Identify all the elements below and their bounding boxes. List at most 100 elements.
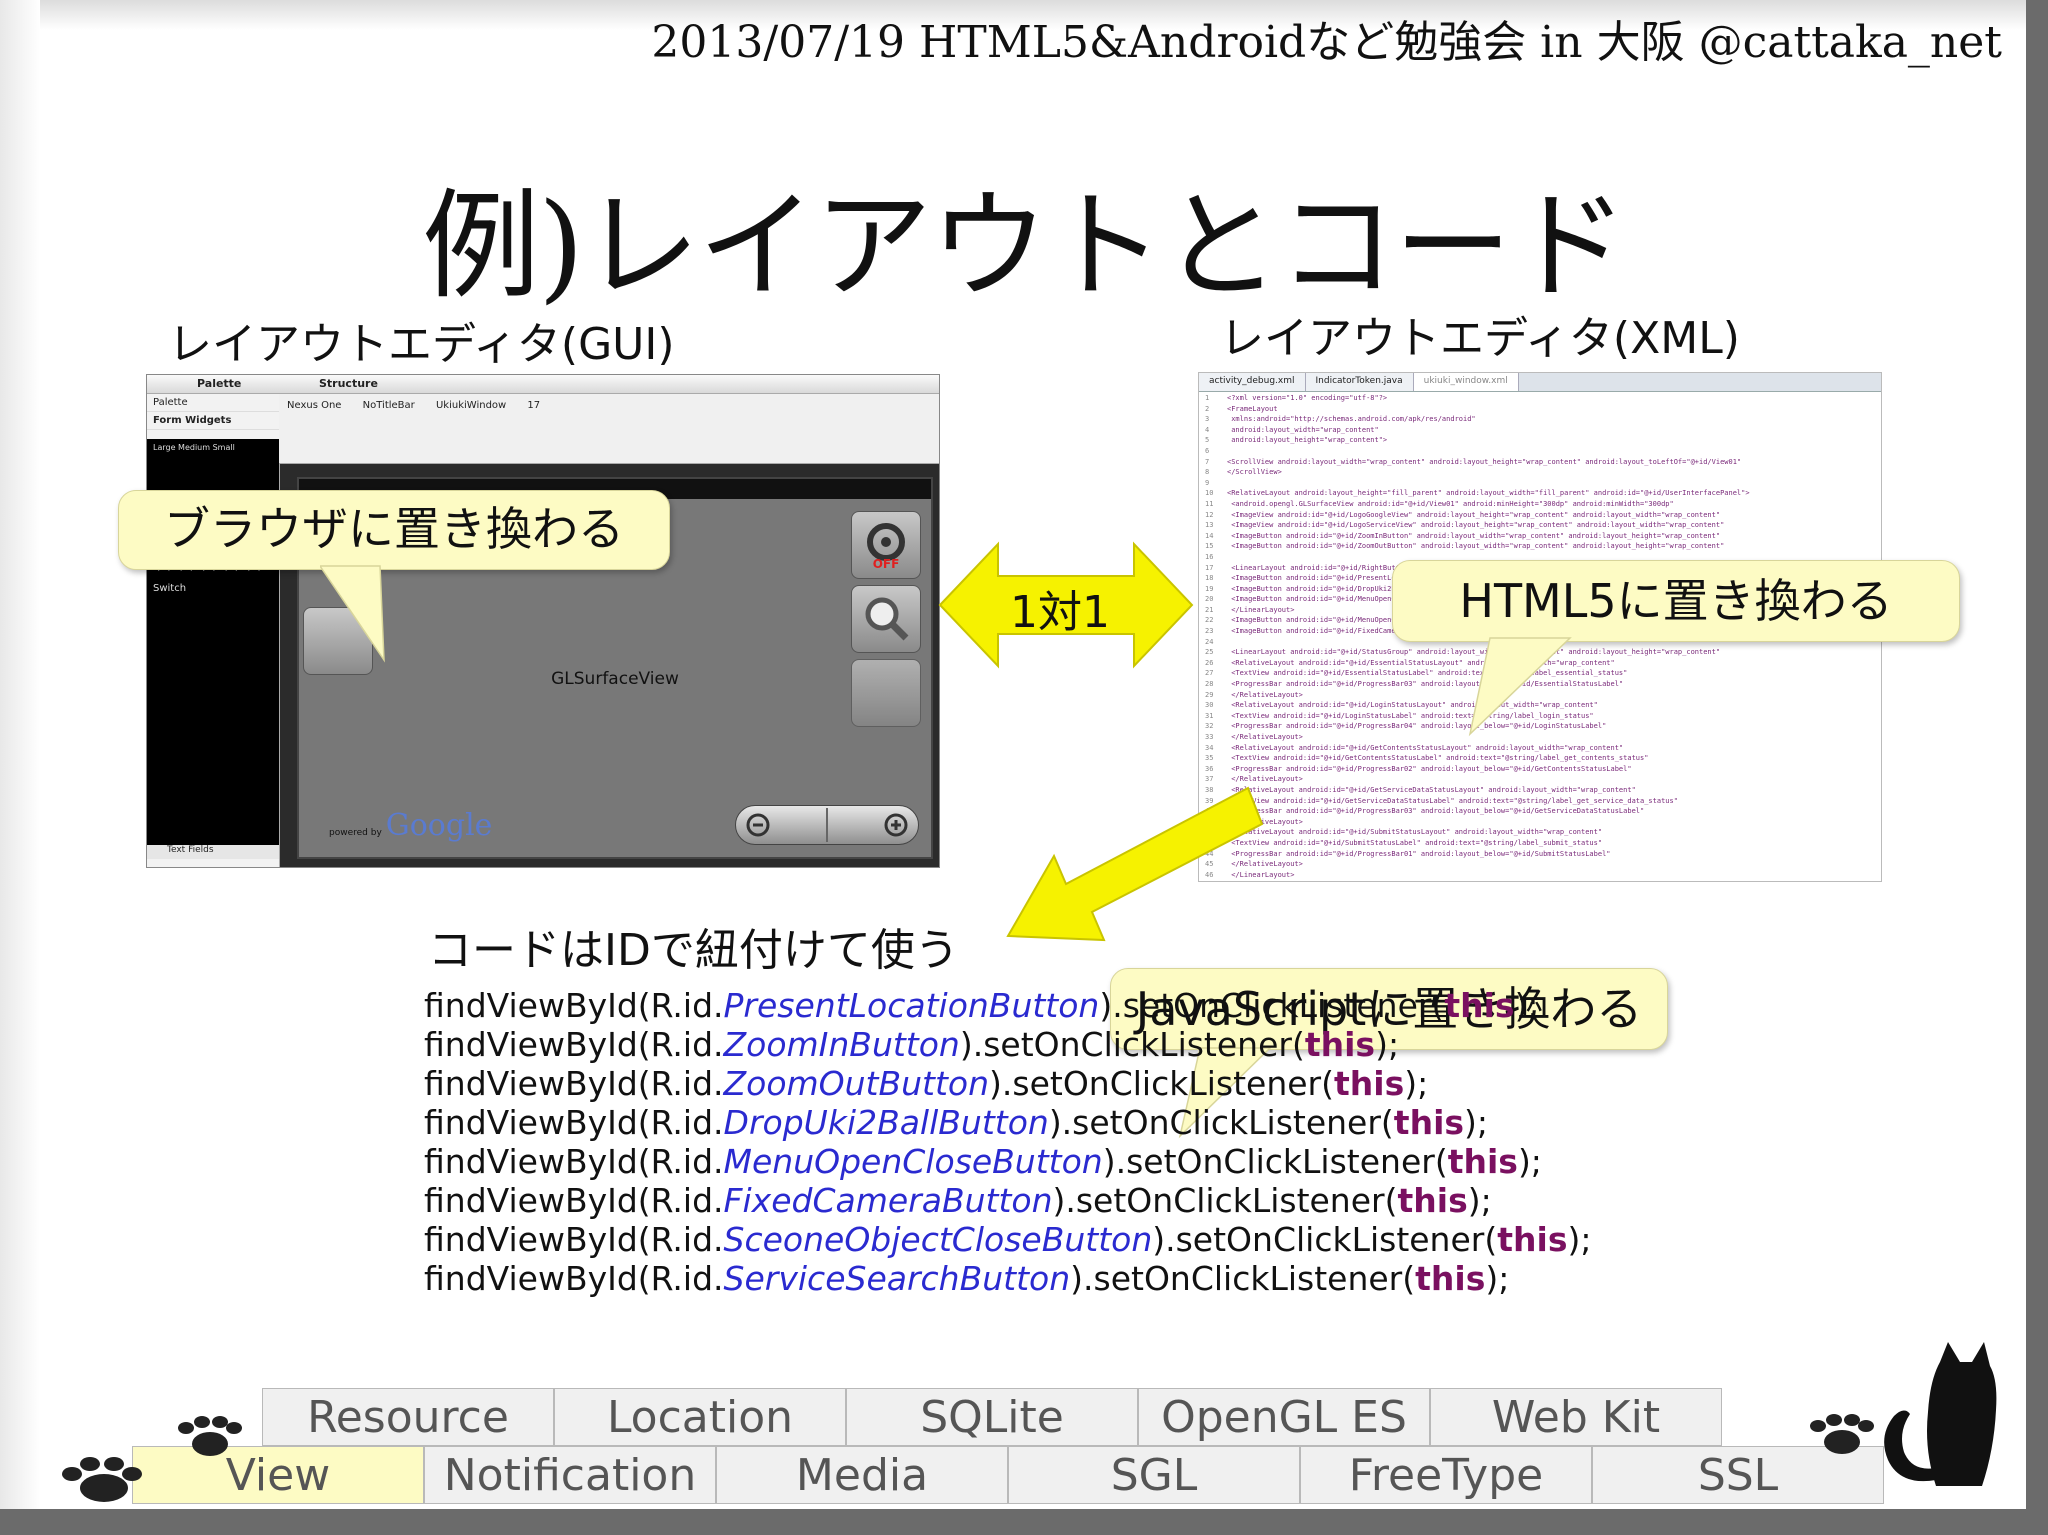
line-number: 33 xyxy=(1205,733,1214,741)
line-number: 30 xyxy=(1205,701,1214,710)
line-text: <RelativeLayout android:id="@+id/GetCont… xyxy=(1227,743,1624,752)
line-text: </ScrollView> xyxy=(1227,468,1282,477)
view-id: DropUki2BallButton xyxy=(723,1103,1049,1142)
line-number: 20 xyxy=(1205,595,1214,604)
code-end: ); xyxy=(1375,1025,1400,1064)
code-end: ); xyxy=(1514,986,1539,1025)
line-number: 17 xyxy=(1205,563,1214,572)
zoom-control xyxy=(735,805,919,845)
search-button-preview xyxy=(851,585,921,653)
xml-code-line: 14 <ImageButton android:id="@+id/ZoomInB… xyxy=(1199,531,1881,542)
code-call: ).setOnClickListener( xyxy=(1052,1181,1398,1220)
keyword-this: this xyxy=(1334,1064,1405,1103)
gui-editor-label: レイアウトエディタ(GUI) xyxy=(168,319,675,370)
one-to-one-label: 1対1 xyxy=(1010,587,1110,638)
line-number: 9 xyxy=(1205,478,1210,487)
line-text: <ProgressBar android:id="@+id/ProgressBa… xyxy=(1227,849,1611,858)
xml-code-line: 8 </ScrollView> xyxy=(1199,467,1881,478)
code-prefix: findViewById(R.id. xyxy=(424,1259,724,1298)
line-number: 36 xyxy=(1205,764,1214,773)
line-text: <RelativeLayout android:id="@+id/GetServ… xyxy=(1227,785,1636,794)
line-number: 23 xyxy=(1205,627,1214,636)
editor-tabs: activity_debug.xml IndicatorToken.java u… xyxy=(1199,373,1881,392)
line-number: 19 xyxy=(1205,584,1214,593)
code-block: findViewById(R.id. PresentLocationButton)… xyxy=(424,986,1591,1298)
code-end: ); xyxy=(1464,1103,1489,1142)
xml-code-line: 13 <ImageView android:id="@+id/LogoServi… xyxy=(1199,520,1881,531)
xml-code-line: 4 android:layout_width="wrap_content" xyxy=(1199,425,1881,436)
line-text: <ImageButton android:id="@+id/ZoomInButt… xyxy=(1227,531,1721,540)
xml-code-line: 34 <RelativeLayout android:id="@+id/GetC… xyxy=(1199,743,1881,754)
tab-web-kit[interactable]: Web Kit xyxy=(1430,1388,1722,1446)
toolbar-device: Nexus One xyxy=(287,400,342,411)
line-text: android:layout_height="wrap_content"> xyxy=(1227,436,1388,445)
toolbar-api-level: 17 xyxy=(527,400,541,411)
glsurfaceview-label: GLSurfaceView xyxy=(551,669,679,689)
code-line: findViewById(R.id.FixedCameraButton).set… xyxy=(424,1181,1591,1220)
code-call: ).setOnClickListener( xyxy=(1102,1142,1448,1181)
zoom-icons xyxy=(746,808,908,842)
device-toolbar: Nexus One NoTitleBar UkiukiWindow 17 xyxy=(279,394,939,417)
line-text: <ImageView android:id="@+id/LogoGoogleVi… xyxy=(1227,510,1721,519)
line-text: android:layout_width="wrap_content" xyxy=(1227,425,1379,434)
xml-code-line: 3 xmlns:android="http://schemas.android.… xyxy=(1199,414,1881,425)
tab-location[interactable]: Location xyxy=(554,1388,846,1446)
line-text: <TextView android:id="@+id/GetContentsSt… xyxy=(1227,754,1649,763)
line-text: <LinearLayout android:id="@+id/RightButt… xyxy=(1227,563,1417,572)
svg-text:OFF: OFF xyxy=(873,557,900,571)
line-number: 15 xyxy=(1205,542,1214,551)
code-line: findViewById(R.id.SceoneObjectCloseButto… xyxy=(424,1220,1591,1259)
line-number: 34 xyxy=(1205,743,1214,752)
tab-sgl[interactable]: SGL xyxy=(1008,1446,1300,1504)
tab-notification[interactable]: Notification xyxy=(424,1446,716,1504)
tab-opengl-es[interactable]: OpenGL ES xyxy=(1138,1388,1430,1446)
code-prefix: findViewById(R.id. xyxy=(424,1220,724,1259)
xml-code-line: 11 <android.opengl.GLSurfaceView android… xyxy=(1199,499,1881,510)
line-number: 13 xyxy=(1205,521,1214,530)
editor-tab: activity_debug.xml xyxy=(1199,373,1306,391)
xml-code-line: 35 <TextView android:id="@+id/GetContent… xyxy=(1199,753,1881,764)
tab-media[interactable]: Media xyxy=(716,1446,1008,1504)
code-end: ); xyxy=(1517,1142,1542,1181)
tab-freetype[interactable]: FreeType xyxy=(1300,1446,1592,1504)
page-title: 例)レイアウトとコード xyxy=(421,177,1628,315)
google-logo: powered by Google xyxy=(329,808,493,843)
code-call: ).setOnClickListener( xyxy=(1099,986,1445,1025)
keyword-this: this xyxy=(1497,1220,1568,1259)
editor-tab-active: ukiuki_window.xml xyxy=(1413,373,1519,391)
code-call: ).setOnClickListener( xyxy=(1070,1259,1416,1298)
line-number: 1 xyxy=(1205,394,1210,402)
palette-textfields: Text Fields xyxy=(147,845,279,859)
xml-code-line: 7 <ScrollView android:layout_width="wrap_… xyxy=(1199,457,1881,468)
xml-code-line: 45 </RelativeLayout> xyxy=(1199,859,1881,870)
code-end: ); xyxy=(1485,1259,1510,1298)
line-text: </RelativeLayout> xyxy=(1227,733,1303,741)
keyword-this: this xyxy=(1444,986,1515,1025)
xml-code-line: 9 xyxy=(1199,478,1881,489)
browser-callout: ブラウザに置き換わる xyxy=(118,490,670,570)
view-id: PresentLocationButton xyxy=(723,986,1100,1025)
code-caption: コードはIDで紐付けて使う xyxy=(428,925,959,976)
code-line: findViewById(R.id.DropUki2BallButton).se… xyxy=(424,1103,1591,1142)
line-text: </RelativeLayout> xyxy=(1227,690,1303,699)
tab-resource[interactable]: Resource xyxy=(262,1388,554,1446)
xml-code-line: 43 <TextView android:id="@+id/SubmitStat… xyxy=(1199,838,1881,849)
code-line: findViewById(R.id.ZoomInButton).setOnCli… xyxy=(424,1025,1591,1064)
line-text: <RelativeLayout android:id="@+id/SubmitS… xyxy=(1227,828,1603,837)
code-end: ); xyxy=(1467,1181,1492,1220)
line-text: <ImageView android:id="@+id/LogoServiceV… xyxy=(1227,521,1725,530)
xml-code-line: 6 xyxy=(1199,446,1881,457)
code-prefix: findViewById(R.id. xyxy=(424,1064,724,1103)
paw-icon xyxy=(178,1416,242,1456)
line-number: 11 xyxy=(1205,499,1214,508)
line-number: 21 xyxy=(1205,605,1214,614)
line-number: 8 xyxy=(1205,468,1210,477)
palette-sizes: Large Medium Small xyxy=(153,443,235,452)
keyword-this: this xyxy=(1393,1103,1465,1142)
diagonal-arrow-icon xyxy=(1006,786,1264,942)
xml-code-line: 12 <ImageView android:id="@+id/LogoGoogl… xyxy=(1199,510,1881,521)
code-call: ).setOnClickListener( xyxy=(989,1064,1335,1103)
code-call: ).setOnClickListener( xyxy=(959,1025,1305,1064)
tab-sqlite[interactable]: SQLite xyxy=(846,1388,1138,1446)
line-text: <?xml version="1.0" encoding="utf-8"?> xyxy=(1227,394,1388,402)
